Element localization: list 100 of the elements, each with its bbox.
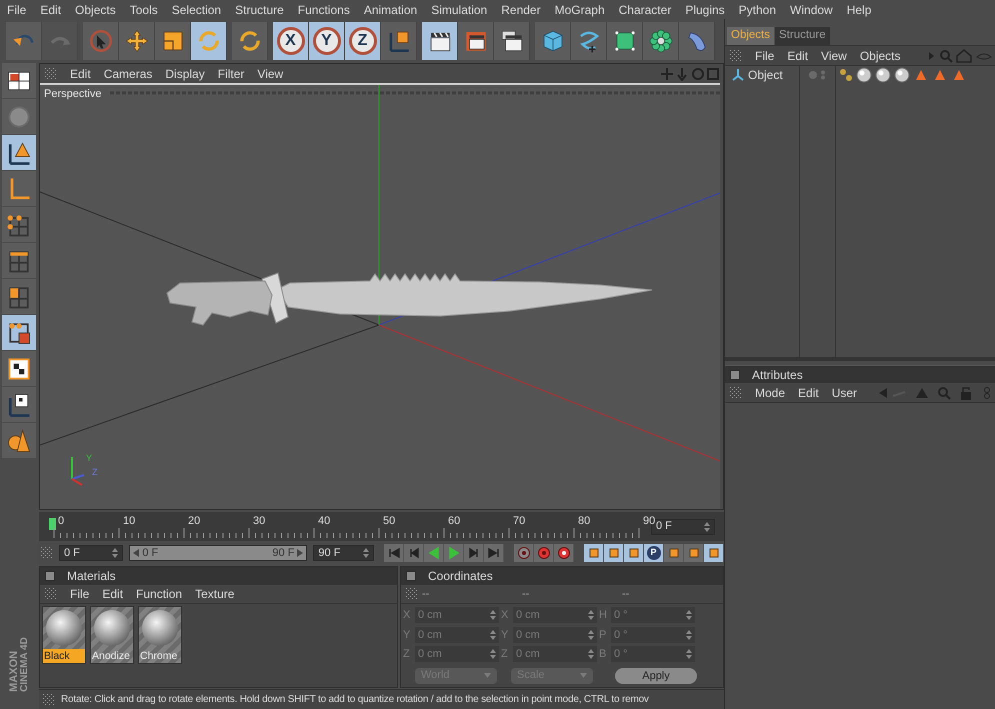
menu-item[interactable]: Window — [790, 0, 833, 18]
frame-label: 10 — [123, 516, 136, 526]
transport-button[interactable] — [384, 544, 404, 562]
menu-item[interactable]: Help — [846, 0, 872, 18]
transport-button[interactable] — [444, 544, 464, 562]
key-button[interactable] — [684, 544, 704, 562]
transport-button[interactable] — [464, 544, 484, 562]
menu-item[interactable]: Functions — [298, 0, 350, 18]
next-key-icon — [466, 546, 480, 560]
record-disabled-icon — [516, 546, 530, 560]
tool-button[interactable] — [458, 22, 494, 60]
key-button[interactable] — [624, 544, 644, 562]
mode-button[interactable] — [2, 315, 36, 350]
menu-item[interactable]: Character — [618, 0, 672, 18]
mode-button[interactable] — [2, 63, 36, 98]
tool-button[interactable] — [422, 22, 458, 60]
key-button[interactable]: P — [644, 544, 664, 562]
menu-item[interactable]: Objects — [75, 0, 116, 18]
tag-dots-icon[interactable] — [838, 67, 854, 83]
menu-item[interactable]: Simulation — [431, 0, 488, 18]
transport-button[interactable] — [424, 544, 444, 562]
spinner-arrows-icon[interactable] — [363, 548, 369, 558]
column-header: -- — [622, 586, 630, 602]
menu-item[interactable]: File — [755, 46, 774, 64]
frame-label: 80 — [578, 516, 592, 526]
scroll-left-icon[interactable] — [133, 549, 140, 557]
material-swatch[interactable]: Chrome — [138, 606, 182, 664]
tool-button[interactable] — [607, 22, 643, 60]
key-button[interactable] — [664, 544, 684, 562]
menu-item[interactable]: MoGraph — [554, 0, 605, 18]
menu-item[interactable]: Filter — [218, 64, 244, 82]
axis-lock-button[interactable]: Y — [309, 22, 345, 60]
menu-item[interactable]: Display — [165, 64, 205, 82]
viewport-canvas[interactable]: Perspective Y Z — [40, 83, 720, 509]
spinner-arrows-icon[interactable] — [112, 548, 118, 558]
range-slider[interactable]: 0 F 90 F — [129, 545, 308, 561]
mode-button[interactable] — [2, 351, 36, 386]
material-tag-icon[interactable] — [874, 67, 892, 83]
range-start-label: 0 F — [142, 546, 158, 561]
menu-item[interactable]: Edit — [787, 46, 808, 64]
menu-item[interactable]: Plugins — [685, 0, 725, 18]
skip-end-icon — [486, 546, 500, 560]
panel-tab[interactable]: Structure — [775, 27, 830, 45]
material-tag-icon[interactable] — [855, 67, 873, 83]
axis-lock-button[interactable]: X — [273, 22, 309, 60]
frame-field[interactable]: 0 F — [59, 545, 124, 561]
menu-item[interactable]: Python — [738, 0, 776, 18]
menu-item[interactable]: Structure — [235, 0, 284, 18]
cone-shapes-icon — [5, 426, 33, 454]
menu-item[interactable]: Function — [136, 585, 182, 603]
menu-item[interactable]: Edit — [70, 64, 91, 82]
mode-button[interactable] — [2, 135, 36, 170]
camera-label: Perspective — [44, 87, 102, 102]
playhead-marker[interactable] — [49, 518, 56, 530]
material-swatch[interactable]: Black — [42, 606, 86, 664]
tool-button[interactable] — [494, 22, 530, 60]
menu-item[interactable]: Render — [501, 0, 541, 18]
axis-lock-button[interactable]: Z — [345, 22, 381, 60]
frame-field[interactable]: 90 F — [313, 545, 374, 561]
menu-item[interactable]: File — [7, 0, 26, 18]
mode-button[interactable] — [2, 387, 36, 422]
record-button[interactable] — [554, 544, 574, 562]
object-row[interactable]: Object — [725, 66, 799, 84]
key-button[interactable] — [584, 544, 604, 562]
tool-button[interactable] — [643, 22, 679, 60]
tool-button[interactable] — [232, 22, 268, 60]
menu-item[interactable]: Edit — [40, 0, 62, 18]
menu-item[interactable]: Objects — [860, 46, 901, 64]
menu-item[interactable]: View — [821, 46, 847, 64]
tool-button[interactable] — [381, 22, 417, 60]
menu-item[interactable]: User — [832, 384, 858, 402]
menu-item[interactable]: Mode — [755, 384, 786, 402]
key-button[interactable] — [704, 544, 724, 562]
frame-label: 40 — [318, 516, 332, 526]
menu-item[interactable]: Selection — [172, 0, 222, 18]
spinner-arrows-icon[interactable] — [704, 522, 710, 532]
scroll-right-icon[interactable] — [297, 549, 304, 557]
panel-square-icon — [45, 571, 55, 581]
panel-title: Attributes — [752, 366, 803, 384]
menu-item[interactable]: File — [70, 585, 90, 603]
menu-item[interactable]: Tools — [130, 0, 158, 18]
menu-item[interactable]: Cameras — [104, 64, 152, 82]
visibility-dots-icon[interactable] — [808, 70, 828, 80]
null-object-icon — [731, 68, 745, 82]
menu-item[interactable]: Edit — [798, 384, 819, 402]
tool-button[interactable] — [191, 22, 227, 60]
tool-button[interactable] — [155, 22, 191, 60]
panel-square-icon — [730, 370, 740, 380]
material-swatch[interactable]: Anodize — [90, 606, 134, 664]
transport-button[interactable] — [404, 544, 424, 562]
key-button[interactable] — [604, 544, 624, 562]
menu-item[interactable]: View — [257, 64, 284, 82]
menu-item[interactable]: Edit — [102, 585, 124, 603]
material-tag-icon[interactable] — [893, 67, 911, 83]
column-header: -- — [522, 586, 530, 602]
menu-item[interactable]: Texture — [195, 585, 234, 603]
flower-array-icon — [648, 28, 674, 54]
tool-button[interactable] — [119, 22, 155, 60]
transport-button[interactable] — [484, 544, 504, 562]
menu-item[interactable]: Animation — [364, 0, 418, 18]
